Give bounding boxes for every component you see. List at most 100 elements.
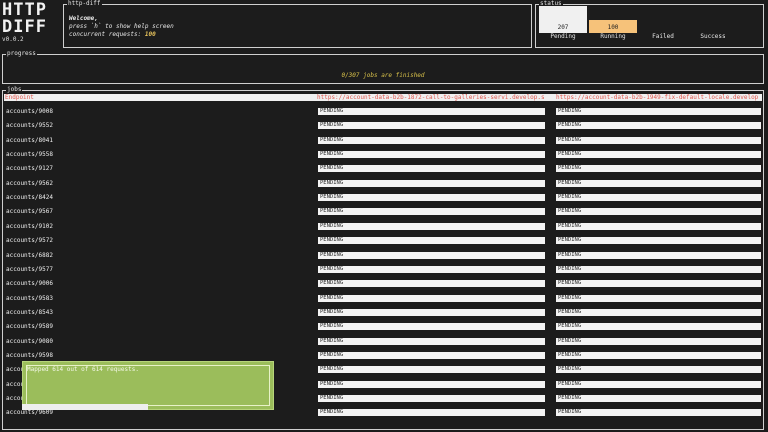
status-cell-service-a: PENDING bbox=[318, 294, 545, 302]
welcome-text: Welcome, press `h` to show help screen c… bbox=[69, 15, 174, 39]
status-cell-service-a: PENDING bbox=[318, 409, 545, 417]
status-cell-service-a: PENDING bbox=[318, 208, 545, 216]
jobs-table-header: Endpoint https://account-data-b2b-1872-c… bbox=[4, 94, 762, 101]
help-hint: press `h` to show help screen bbox=[69, 23, 174, 30]
status-cell-service-a: PENDING bbox=[318, 222, 545, 230]
welcome-panel: http-diff Welcome, press `h` to show hel… bbox=[63, 0, 532, 48]
status-cell-service-a: PENDING bbox=[318, 108, 545, 115]
status-cell-service-a: PENDING bbox=[318, 380, 545, 388]
status-bar-label: Success bbox=[700, 33, 726, 40]
status-cell-service-b: PENDING bbox=[556, 165, 761, 173]
status-cell-service-a: PENDING bbox=[318, 179, 545, 187]
table-row[interactable]: accounts/9609 PENDING PENDING bbox=[5, 409, 761, 417]
status-cell-service-a: PENDING bbox=[318, 366, 545, 374]
endpoint-cell: accounts/9008 bbox=[6, 108, 53, 115]
endpoint-cell: accounts/9583 bbox=[6, 294, 53, 302]
endpoint-cell: accounts/9127 bbox=[6, 165, 53, 173]
table-row[interactable]: accounts/8041 PENDING PENDING bbox=[5, 136, 761, 145]
table-row[interactable]: accounts/9583 PENDING PENDING bbox=[5, 294, 761, 303]
logo-line-diff: DIFF bbox=[2, 17, 47, 37]
endpoint-cell: accounts/8424 bbox=[6, 194, 53, 202]
table-row[interactable]: accounts/9572 PENDING PENDING bbox=[5, 237, 761, 245]
mapping-notification: Mapped 614 out of 614 requests. bbox=[22, 361, 274, 410]
status-cell-service-a: PENDING bbox=[318, 151, 545, 159]
endpoint-cell: accounts/9598 bbox=[6, 351, 53, 359]
column-header-endpoint: Endpoint bbox=[5, 94, 34, 101]
status-cell-service-b: PENDING bbox=[556, 395, 761, 402]
table-row[interactable]: accounts/9127 PENDING PENDING bbox=[5, 165, 761, 173]
jobs-panel-title: jobs bbox=[6, 86, 23, 94]
status-cell-service-b: PENDING bbox=[556, 194, 761, 202]
status-cell-service-b: PENDING bbox=[556, 380, 761, 388]
table-row[interactable]: accounts/9577 PENDING PENDING bbox=[5, 265, 761, 274]
endpoint-cell: accounts/9552 bbox=[6, 122, 53, 130]
endpoint-cell: accounts/6882 bbox=[6, 251, 53, 259]
progress-panel-title: progress bbox=[6, 50, 37, 58]
status-cell-service-b: PENDING bbox=[556, 136, 761, 144]
status-cell-service-b: PENDING bbox=[556, 237, 761, 245]
status-cell-service-a: PENDING bbox=[318, 351, 545, 359]
status-cell-service-a: PENDING bbox=[318, 323, 545, 331]
table-row[interactable]: accounts/9598 PENDING PENDING bbox=[5, 351, 761, 360]
status-panel: status 207 Pending 100 Running Failed Success bbox=[535, 0, 764, 48]
endpoint-cell: accounts/9562 bbox=[6, 179, 53, 187]
status-cell-service-a: PENDING bbox=[318, 395, 545, 402]
status-cell-service-a: PENDING bbox=[318, 194, 545, 202]
table-row[interactable]: accounts/6882 PENDING PENDING bbox=[5, 251, 761, 260]
app-version: v0.0.2 bbox=[2, 36, 24, 43]
table-row[interactable]: accounts/9552 PENDING PENDING bbox=[5, 122, 761, 130]
endpoint-cell: accounts/8041 bbox=[6, 136, 53, 144]
status-cell-service-b: PENDING bbox=[556, 280, 761, 288]
status-bar-value: 207 bbox=[557, 24, 569, 31]
status-bar-chart: 207 Pending 100 Running Failed Success bbox=[539, 6, 759, 40]
concurrent-requests: concurrent requests: 100 bbox=[69, 31, 174, 39]
status-bar-label: Pending bbox=[550, 33, 576, 40]
table-row[interactable]: accounts/8424 PENDING PENDING bbox=[5, 194, 761, 202]
concurrent-label: concurrent requests: bbox=[69, 31, 145, 38]
table-row[interactable]: accounts/9102 PENDING PENDING bbox=[5, 222, 761, 231]
welcome-panel-title: http-diff bbox=[67, 0, 102, 8]
table-row[interactable]: accounts/8543 PENDING PENDING bbox=[5, 308, 761, 317]
status-cell-service-b: PENDING bbox=[556, 122, 761, 130]
status-cell-service-a: PENDING bbox=[318, 337, 545, 345]
status-bar-label: Running bbox=[600, 33, 626, 40]
notification-text: Mapped 614 out of 614 requests. bbox=[27, 366, 139, 373]
status-cell-service-a: PENDING bbox=[318, 122, 545, 130]
progress-panel: progress 0/307 jobs are finished bbox=[2, 50, 764, 84]
status-cell-service-b: PENDING bbox=[556, 108, 761, 115]
status-cell-service-b: PENDING bbox=[556, 208, 761, 216]
endpoint-cell: accounts/9567 bbox=[6, 208, 53, 216]
status-cell-service-b: PENDING bbox=[556, 351, 761, 359]
status-bar-running: 100 bbox=[589, 20, 637, 33]
status-cell-service-b: PENDING bbox=[556, 337, 761, 345]
table-row[interactable]: accounts/9008 PENDING PENDING bbox=[5, 108, 761, 116]
status-cell-service-b: PENDING bbox=[556, 294, 761, 302]
status-bar-value: 100 bbox=[607, 24, 619, 31]
status-cell-service-b: PENDING bbox=[556, 222, 761, 230]
endpoint-cell: accounts/9577 bbox=[6, 265, 53, 273]
endpoint-cell: accounts/9572 bbox=[6, 237, 53, 245]
status-cell-service-b: PENDING bbox=[556, 151, 761, 159]
status-cell-service-a: PENDING bbox=[318, 136, 545, 144]
endpoint-cell: accounts/8543 bbox=[6, 308, 53, 316]
status-cell-service-a: PENDING bbox=[318, 237, 545, 245]
status-cell-service-b: PENDING bbox=[556, 308, 761, 316]
status-bar-label: Failed bbox=[652, 33, 674, 40]
welcome-greeting: Welcome, bbox=[69, 15, 98, 22]
status-bar-pending: 207 bbox=[539, 6, 587, 33]
table-row[interactable]: accounts/9080 PENDING PENDING bbox=[5, 337, 761, 346]
table-row[interactable]: accounts/9006 PENDING PENDING bbox=[5, 280, 761, 288]
column-header-service-b: https://account-data-b2b-1949-fix-defaul… bbox=[556, 94, 759, 101]
endpoint-cell: accounts/9558 bbox=[6, 151, 53, 159]
table-row[interactable]: accounts/9562 PENDING PENDING bbox=[5, 179, 761, 188]
table-row[interactable]: accounts/9589 PENDING PENDING bbox=[5, 323, 761, 331]
status-cell-service-a: PENDING bbox=[318, 308, 545, 316]
table-row[interactable]: accounts/9567 PENDING PENDING bbox=[5, 208, 761, 216]
table-row[interactable]: accounts/9558 PENDING PENDING bbox=[5, 151, 761, 159]
endpoint-cell: accounts/9609 bbox=[6, 409, 53, 417]
notification-progress-bar bbox=[22, 404, 148, 410]
status-cell-service-a: PENDING bbox=[318, 165, 545, 173]
status-cell-service-b: PENDING bbox=[556, 409, 761, 417]
status-cell-service-b: PENDING bbox=[556, 265, 761, 273]
progress-text: 0/307 jobs are finished bbox=[341, 72, 425, 79]
